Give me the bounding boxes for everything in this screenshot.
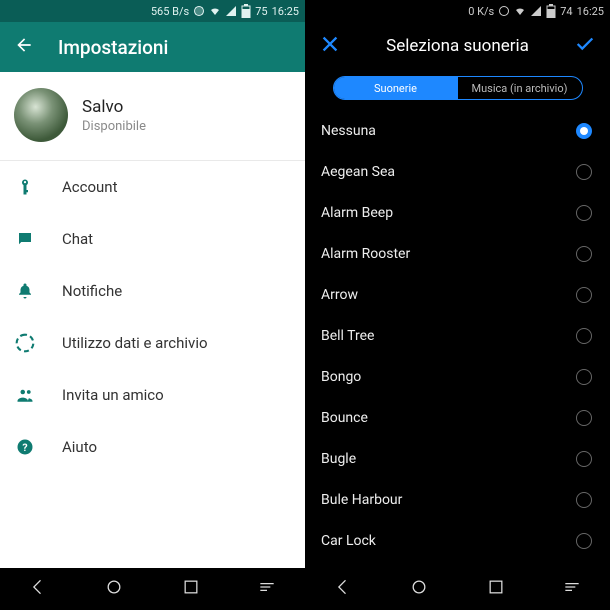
settings-item-account[interactable]: Account [0, 161, 305, 213]
ringtone-title: Seleziona suoneria [386, 36, 529, 56]
clock: 16:25 [272, 5, 299, 18]
nav-back-icon[interactable] [28, 577, 48, 601]
tab-ringtones[interactable]: Suonerie [334, 77, 458, 99]
signal-icon [225, 5, 237, 17]
check-icon[interactable] [574, 33, 596, 59]
nav-menu-icon[interactable] [562, 577, 582, 601]
ringtone-item[interactable]: Arrow [305, 274, 610, 315]
ringtone-item[interactable]: Bell Tree [305, 315, 610, 356]
radio-button[interactable] [576, 205, 592, 221]
nfc-icon [498, 5, 510, 17]
net-speed: 0 K/s [468, 5, 494, 18]
page-title: Impostazioni [58, 36, 168, 59]
settings-item-help[interactable]: ? Aiuto [0, 421, 305, 473]
right-panel: 0 K/s 74 16:25 Seleziona suoneria Suoner… [305, 0, 610, 610]
signal-icon [530, 5, 542, 17]
settings-label: Aiuto [62, 438, 97, 456]
settings-label: Chat [62, 230, 93, 248]
back-arrow-icon[interactable] [14, 35, 34, 59]
settings-label: Account [62, 178, 118, 196]
profile-text: Salvo Disponibile [82, 97, 146, 134]
radio-button[interactable] [576, 164, 592, 180]
ringtone-item[interactable]: Aegean Sea [305, 151, 610, 192]
nfc-icon [193, 5, 205, 17]
nav-home-icon[interactable] [409, 577, 429, 601]
key-icon [14, 176, 36, 198]
nav-recent-icon[interactable] [181, 577, 201, 601]
ringtone-label: Bell Tree [321, 328, 374, 344]
nav-recent-icon[interactable] [486, 577, 506, 601]
ringtone-item[interactable]: Bugle [305, 438, 610, 479]
navbar-right [305, 568, 610, 610]
settings-item-invite[interactable]: Invita un amico [0, 369, 305, 421]
ringtone-item[interactable]: Alarm Beep [305, 192, 610, 233]
svg-text:?: ? [22, 441, 27, 454]
ringtone-item[interactable]: Bule Harbour [305, 479, 610, 520]
ringtone-label: Bule Harbour [321, 492, 402, 508]
settings-label: Invita un amico [62, 386, 164, 404]
ringtone-label: Bugle [321, 451, 356, 467]
ringtone-label: Bongo [321, 369, 361, 385]
settings-list: Account Chat Notifiche Utilizzo dati e a… [0, 161, 305, 610]
profile-row[interactable]: Salvo Disponibile [0, 72, 305, 161]
nav-menu-icon[interactable] [257, 577, 277, 601]
ringtone-item[interactable]: Nessuna [305, 110, 610, 151]
radio-button[interactable] [576, 451, 592, 467]
ringtone-label: Alarm Beep [321, 205, 393, 221]
segmented-tabs: Suonerie Musica (in archivio) [333, 76, 583, 100]
ringtone-label: Alarm Rooster [321, 246, 410, 262]
chat-icon [14, 228, 36, 250]
ringtone-label: Aegean Sea [321, 164, 395, 180]
radio-button[interactable] [576, 328, 592, 344]
tab-label: Musica (in archivio) [472, 82, 568, 95]
data-icon [14, 332, 36, 354]
tab-music[interactable]: Musica (in archivio) [458, 77, 582, 99]
header-right: Seleziona suoneria [305, 22, 610, 70]
battery-icon [546, 4, 556, 18]
ringtone-label: Nessuna [321, 123, 376, 139]
radio-button[interactable] [576, 410, 592, 426]
settings-label: Notifiche [62, 282, 122, 300]
radio-button[interactable] [576, 123, 592, 139]
close-icon[interactable] [319, 33, 341, 59]
profile-name: Salvo [82, 97, 146, 117]
header-left: Impostazioni [0, 22, 305, 72]
ringtone-item[interactable]: Bongo [305, 356, 610, 397]
ringtone-item[interactable]: Alarm Rooster [305, 233, 610, 274]
profile-status: Disponibile [82, 119, 146, 134]
wifi-icon [514, 5, 526, 17]
settings-item-notifications[interactable]: Notifiche [0, 265, 305, 317]
settings-label: Utilizzo dati e archivio [62, 334, 208, 352]
tab-label: Suonerie [374, 82, 417, 95]
radio-button[interactable] [576, 246, 592, 262]
people-icon [14, 384, 36, 406]
settings-item-chat[interactable]: Chat [0, 213, 305, 265]
net-speed: 565 B/s [151, 5, 189, 18]
ringtone-label: Car Lock [321, 533, 376, 549]
statusbar-left: 565 B/s 75 16:25 [0, 0, 305, 22]
battery-icon [241, 4, 251, 18]
wifi-icon [209, 5, 221, 17]
radio-button[interactable] [576, 492, 592, 508]
radio-button[interactable] [576, 287, 592, 303]
left-panel: 565 B/s 75 16:25 Impostazioni Salvo Disp… [0, 0, 305, 610]
battery-pct: 75 [255, 5, 267, 18]
ringtone-list[interactable]: Nessuna Aegean Sea Alarm Beep Alarm Rooster… [305, 110, 610, 610]
ringtone-item[interactable]: Car Lock [305, 520, 610, 561]
clock: 16:25 [577, 5, 604, 18]
radio-button[interactable] [576, 369, 592, 385]
ringtone-item[interactable]: Bounce [305, 397, 610, 438]
bell-icon [14, 280, 36, 302]
navbar-left [0, 568, 305, 610]
avatar [14, 88, 68, 142]
settings-item-data[interactable]: Utilizzo dati e archivio [0, 317, 305, 369]
battery-pct: 74 [560, 5, 572, 18]
radio-button[interactable] [576, 533, 592, 549]
nav-back-icon[interactable] [333, 577, 353, 601]
help-icon: ? [14, 436, 36, 458]
ringtone-label: Arrow [321, 287, 358, 303]
statusbar-right: 0 K/s 74 16:25 [305, 0, 610, 22]
ringtone-label: Bounce [321, 410, 368, 426]
nav-home-icon[interactable] [104, 577, 124, 601]
